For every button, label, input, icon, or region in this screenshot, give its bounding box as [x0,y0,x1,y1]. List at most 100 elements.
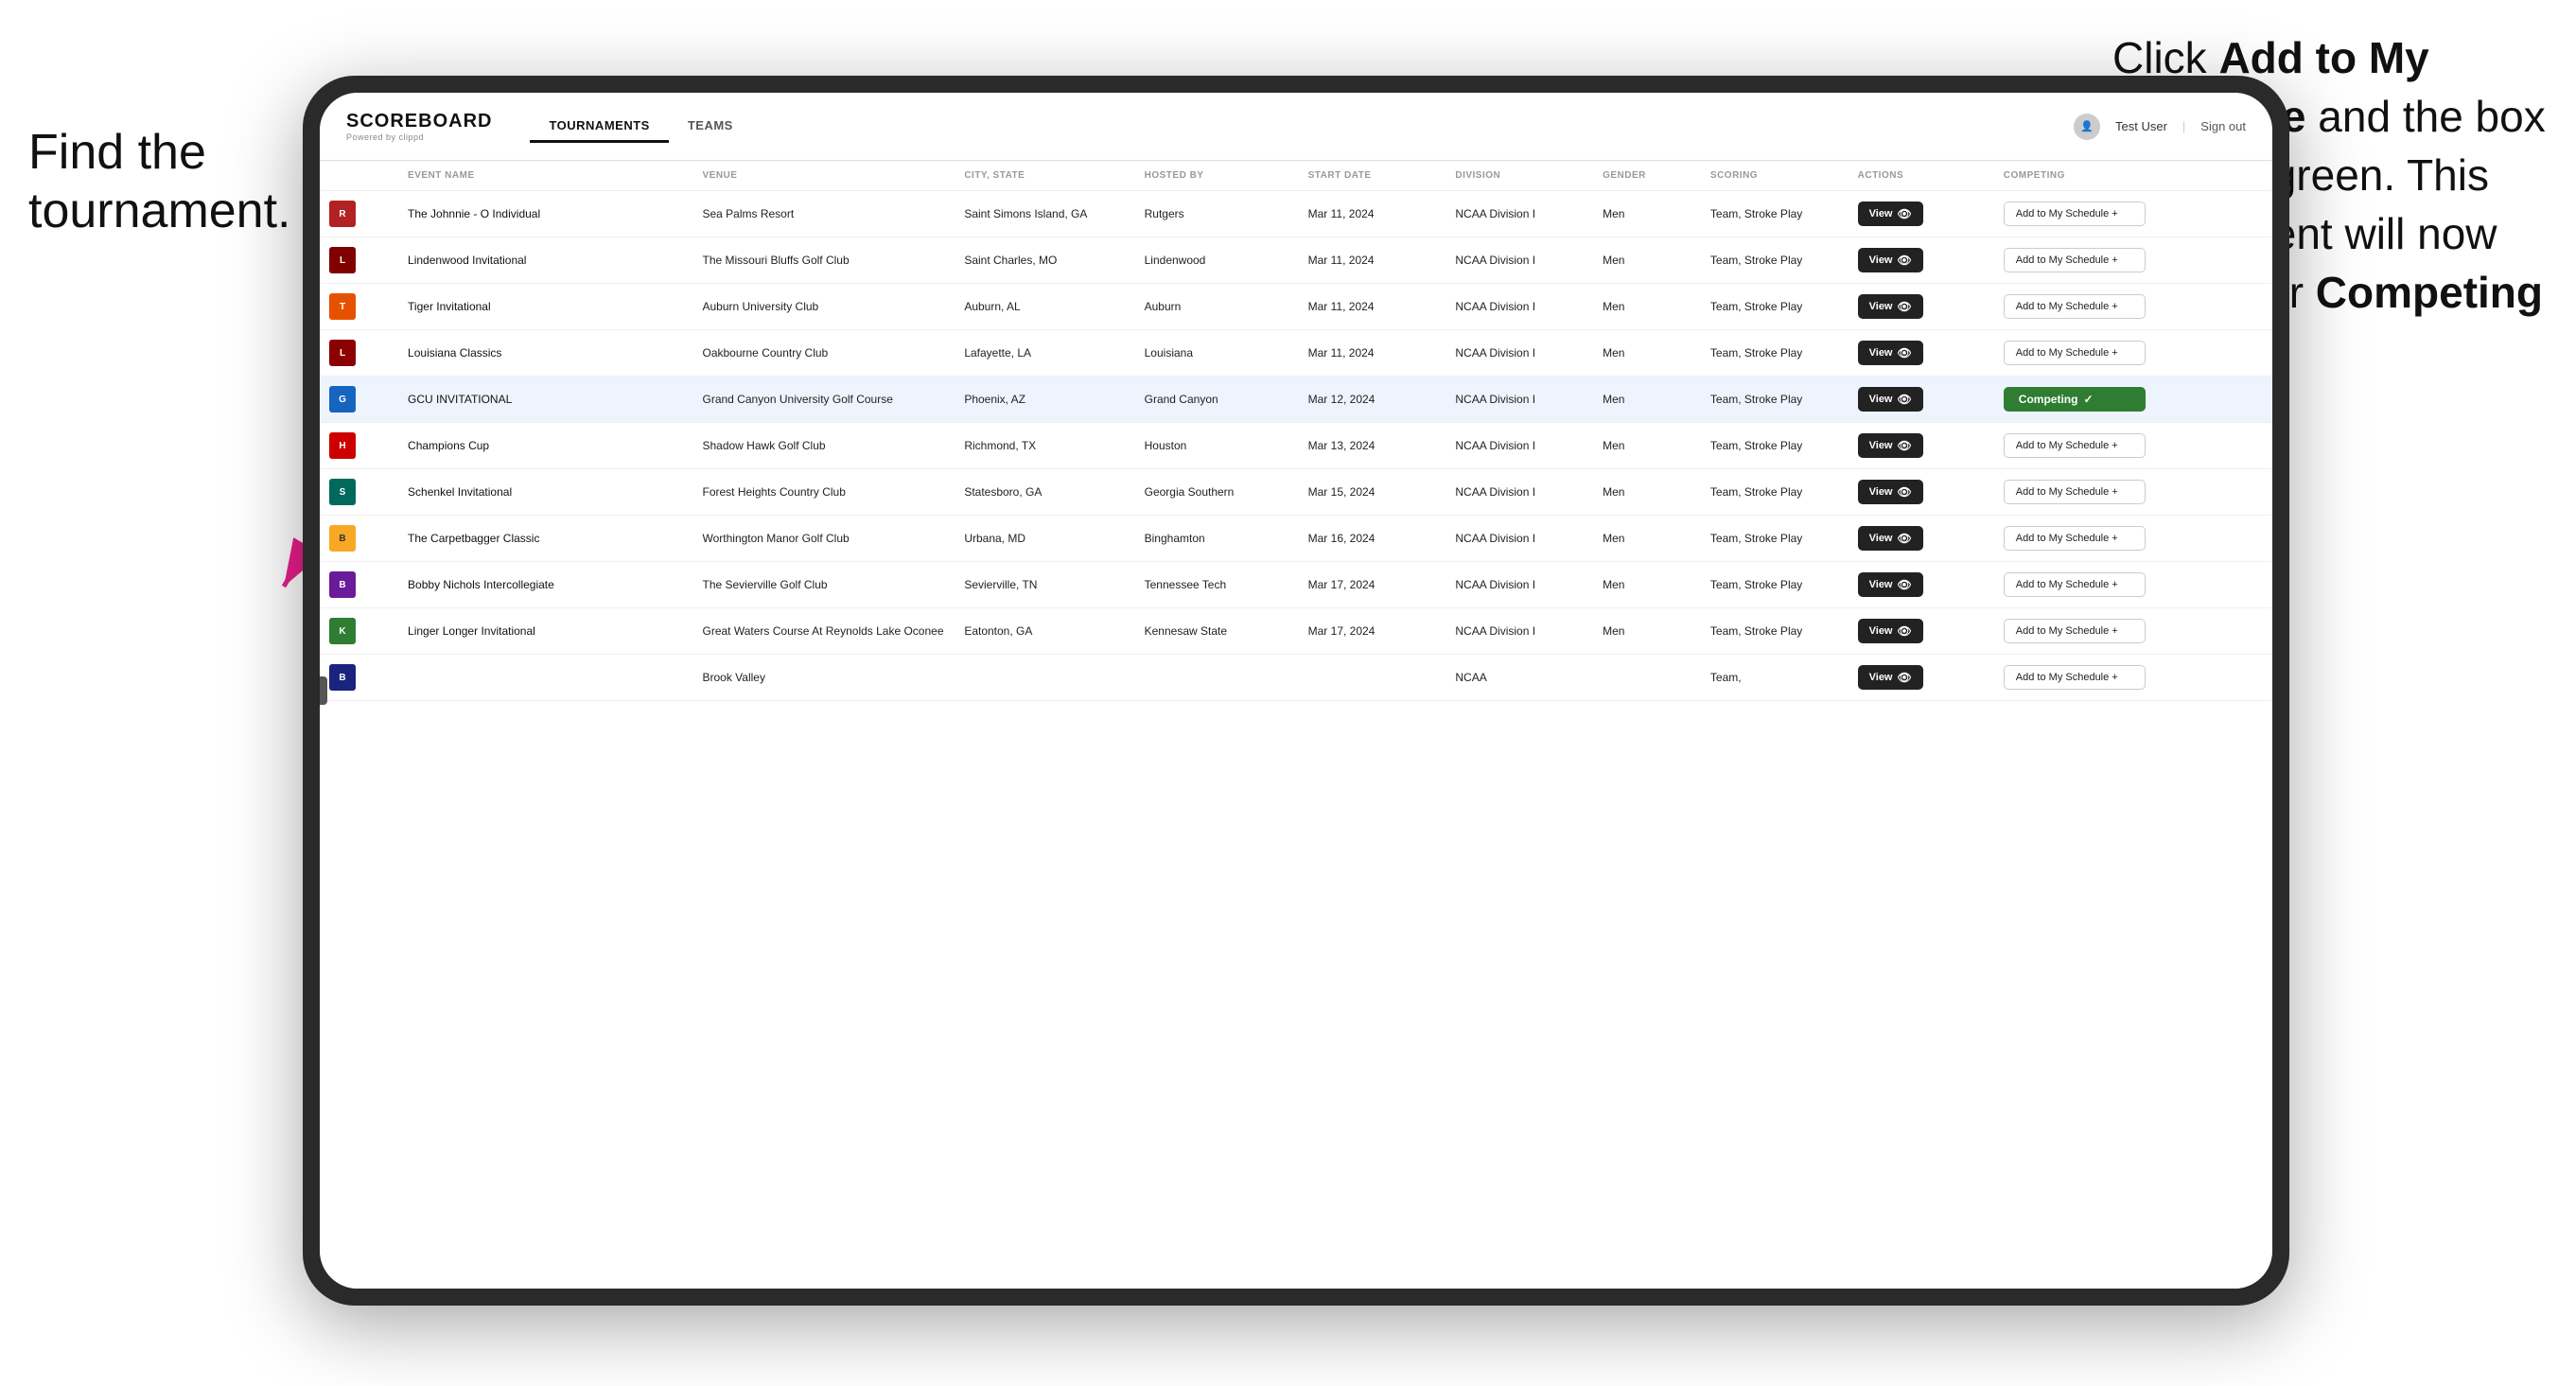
actions-cell: View 👁 [1849,655,1994,701]
event-name: Bobby Nichols Intercollegiate [408,578,554,591]
scoring: Team, Stroke Play [1710,254,1802,267]
sign-out-link[interactable]: Sign out [2200,119,2246,133]
competing-cell: Add to My Schedule + [1994,237,2272,284]
view-button[interactable]: View 👁 [1858,294,1923,319]
add-to-schedule-button[interactable]: Add to My Schedule + [2004,433,2146,458]
venue: Worthington Manor Golf Club [702,532,849,545]
view-label: View [1869,208,1893,219]
view-button[interactable]: View 👁 [1858,202,1923,226]
gender: Men [1603,393,1624,406]
city-state: Lafayette, LA [964,346,1031,360]
view-button[interactable]: View 👁 [1858,665,1923,690]
view-label: View [1869,672,1893,683]
eye-icon: 👁 [1898,254,1912,267]
scoring: Team, Stroke Play [1710,207,1802,220]
add-schedule-label: Add to My Schedule + [2016,533,2118,544]
city-cell: Eatonton, GA [955,608,1134,655]
gender: Men [1603,485,1624,499]
view-button[interactable]: View 👁 [1858,248,1923,272]
table-row: B The Carpetbagger Classic Worthington M… [320,516,2272,562]
hosted-by-cell: Auburn [1135,284,1299,330]
actions-cell: View 👁 [1849,330,1994,377]
logo-sub: Powered by clippd [346,132,492,142]
division-cell: NCAA Division I [1446,608,1593,655]
tab-teams[interactable]: TEAMS [669,111,752,143]
competing-label: Competing [2019,393,2078,406]
view-button[interactable]: View 👁 [1858,433,1923,458]
venue-cell: Sea Palms Resort [692,191,955,237]
event-name-cell: Tiger Invitational [398,284,692,330]
view-button[interactable]: View 👁 [1858,572,1923,597]
view-button[interactable]: View 👁 [1858,526,1923,551]
col-header-scoring: SCORING [1701,161,1849,191]
event-name-cell: The Johnnie - O Individual [398,191,692,237]
city-cell: Lafayette, LA [955,330,1134,377]
add-to-schedule-button[interactable]: Add to My Schedule + [2004,480,2146,504]
actions-cell: View 👁 [1849,469,1994,516]
scoring: Team, Stroke Play [1710,393,1802,406]
team-logo: B [329,664,356,691]
start-date: Mar 11, 2024 [1308,254,1375,267]
scoring-cell: Team, Stroke Play [1701,330,1849,377]
team-logo-cell: L [320,330,398,377]
city-cell: Statesboro, GA [955,469,1134,516]
start-date-cell: Mar 11, 2024 [1299,237,1446,284]
actions-cell: View 👁 [1849,516,1994,562]
venue-cell: Brook Valley [692,655,955,701]
scoring: Team, Stroke Play [1710,346,1802,360]
hosted-by-cell: Kennesaw State [1135,608,1299,655]
hosted-by-cell: Tennessee Tech [1135,562,1299,608]
add-schedule-label: Add to My Schedule + [2016,486,2118,498]
add-to-schedule-button[interactable]: Add to My Schedule + [2004,619,2146,643]
add-to-schedule-button[interactable]: Add to My Schedule + [2004,202,2146,226]
add-schedule-label: Add to My Schedule + [2016,440,2118,451]
view-label: View [1869,533,1893,544]
add-to-schedule-button[interactable]: Add to My Schedule + [2004,572,2146,597]
team-logo-cell: K [320,608,398,655]
col-header-event: EVENT NAME [398,161,692,191]
competing-cell: Competing ✓ [1994,377,2272,423]
city-state: Saint Charles, MO [964,254,1057,267]
scoring-cell: Team, Stroke Play [1701,284,1849,330]
add-to-schedule-button[interactable]: Add to My Schedule + [2004,341,2146,365]
actions-cell: View 👁 [1849,423,1994,469]
tab-tournaments[interactable]: TOURNAMENTS [530,111,668,143]
city-cell: Urbana, MD [955,516,1134,562]
start-date: Mar 16, 2024 [1308,532,1376,545]
table-row: K Linger Longer Invitational Great Water… [320,608,2272,655]
city-cell: Richmond, TX [955,423,1134,469]
venue-cell: Oakbourne Country Club [692,330,955,377]
table-row: L Lindenwood Invitational The Missouri B… [320,237,2272,284]
competing-button[interactable]: Competing ✓ [2004,387,2146,412]
table-container: EVENT NAME VENUE CITY, STATE HOSTED BY S… [320,161,2272,1289]
start-date-cell: Mar 11, 2024 [1299,191,1446,237]
division: NCAA Division I [1455,300,1535,313]
scoring: Team, Stroke Play [1710,439,1802,452]
event-name: Schenkel Invitational [408,485,512,499]
view-button[interactable]: View 👁 [1858,341,1923,365]
team-logo: T [329,293,356,320]
add-to-schedule-button[interactable]: Add to My Schedule + [2004,526,2146,551]
team-logo: B [329,571,356,598]
hosted-by: Louisiana [1145,346,1193,360]
division: NCAA Division I [1455,439,1535,452]
view-button[interactable]: View 👁 [1858,619,1923,643]
add-to-schedule-button[interactable]: Add to My Schedule + [2004,294,2146,319]
scoring: Team, Stroke Play [1710,300,1802,313]
scoring-cell: Team, Stroke Play [1701,191,1849,237]
view-button[interactable]: View 👁 [1858,387,1923,412]
scoring-cell: Team, Stroke Play [1701,469,1849,516]
venue: Auburn University Club [702,300,818,313]
view-label: View [1869,486,1893,498]
start-date: Mar 11, 2024 [1308,300,1375,313]
competing-cell: Add to My Schedule + [1994,191,2272,237]
view-button[interactable]: View 👁 [1858,480,1923,504]
add-schedule-label: Add to My Schedule + [2016,347,2118,359]
add-to-schedule-button[interactable]: Add to My Schedule + [2004,665,2146,690]
venue-cell: The Sevierville Golf Club [692,562,955,608]
gender: Men [1603,254,1624,267]
add-to-schedule-button[interactable]: Add to My Schedule + [2004,248,2146,272]
eye-icon: 👁 [1898,578,1912,591]
gender-cell: Men [1593,284,1701,330]
actions-cell: View 👁 [1849,608,1994,655]
